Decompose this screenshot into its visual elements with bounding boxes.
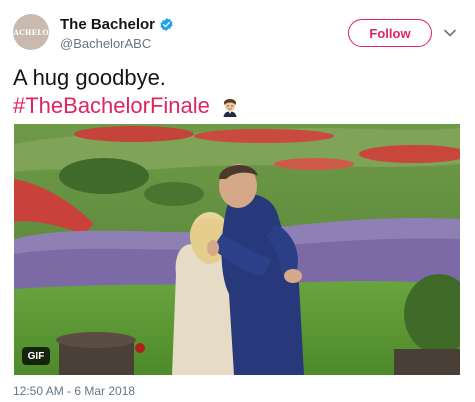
gif-frame bbox=[14, 124, 460, 375]
display-name-row: The Bachelor bbox=[60, 14, 174, 34]
gif-media[interactable]: GIF bbox=[14, 124, 460, 375]
chevron-down-icon[interactable] bbox=[443, 26, 457, 40]
tweet-header: BACHELOR The Bachelor @BachelorABC Follo… bbox=[0, 0, 475, 60]
tweet-text-line: A hug goodbye. bbox=[13, 65, 166, 90]
tweet-text: A hug goodbye. #TheBachelorFinale bbox=[13, 64, 241, 120]
gif-badge: GIF bbox=[22, 347, 50, 365]
bachelor-face-emoji-icon bbox=[223, 99, 237, 117]
account-names: The Bachelor @BachelorABC bbox=[60, 14, 174, 51]
follow-button[interactable]: Follow bbox=[348, 19, 432, 47]
account-handle[interactable]: @BachelorABC bbox=[60, 36, 174, 51]
hashtag-link[interactable]: #TheBachelorFinale bbox=[13, 93, 210, 118]
avatar-text: BACHELOR bbox=[13, 27, 49, 37]
avatar[interactable]: BACHELOR bbox=[13, 14, 49, 50]
verified-badge-icon bbox=[160, 17, 173, 31]
display-name[interactable]: The Bachelor bbox=[60, 16, 155, 33]
tweet-timestamp[interactable]: 12:50 AM - 6 Mar 2018 bbox=[13, 384, 135, 398]
tweet-hashtag-line: #TheBachelorFinale bbox=[13, 92, 241, 120]
